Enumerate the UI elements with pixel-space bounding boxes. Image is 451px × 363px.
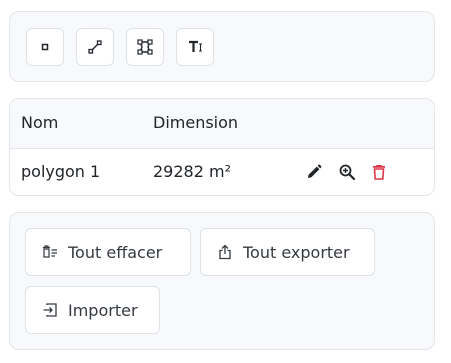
export-all-button[interactable]: Tout exporter — [200, 228, 375, 276]
line-segment-icon — [88, 40, 102, 54]
zoom-to-button[interactable] — [337, 162, 357, 182]
features-table: Nom Dimension polygon 1 29282 m² — [9, 98, 435, 196]
trash-icon — [373, 165, 385, 180]
clear-all-button[interactable]: Tout effacer — [25, 228, 191, 276]
column-header-dimension: Dimension — [153, 113, 239, 132]
pencil-icon — [308, 164, 322, 178]
import-icon — [42, 302, 58, 318]
drawing-tools-panel — [9, 11, 435, 82]
zoom-in-icon — [339, 164, 356, 181]
export-all-label: Tout exporter — [243, 242, 350, 262]
square-dot-icon — [41, 43, 49, 51]
polygon-vertices-icon — [137, 39, 153, 55]
text-insert-icon — [189, 40, 202, 52]
delete-button[interactable] — [369, 162, 389, 182]
line-tool-button[interactable] — [76, 28, 114, 66]
polygon-tool-button[interactable] — [126, 28, 164, 66]
import-button[interactable]: Importer — [25, 286, 160, 334]
clear-all-label: Tout effacer — [68, 242, 163, 262]
edit-button[interactable] — [304, 162, 324, 182]
column-header-name: Nom — [21, 113, 59, 132]
text-tool-button[interactable] — [176, 28, 214, 66]
row-dimension-cell: 29282 m² — [153, 162, 231, 181]
table-header: Nom Dimension — [10, 99, 434, 149]
point-tool-button[interactable] — [26, 28, 64, 66]
trash-list-icon — [42, 244, 58, 260]
row-name-cell: polygon 1 — [21, 162, 101, 181]
actions-panel: Tout effacer Tout exporter Importer — [9, 212, 435, 350]
import-label: Importer — [68, 300, 138, 320]
share-export-icon — [217, 244, 233, 260]
